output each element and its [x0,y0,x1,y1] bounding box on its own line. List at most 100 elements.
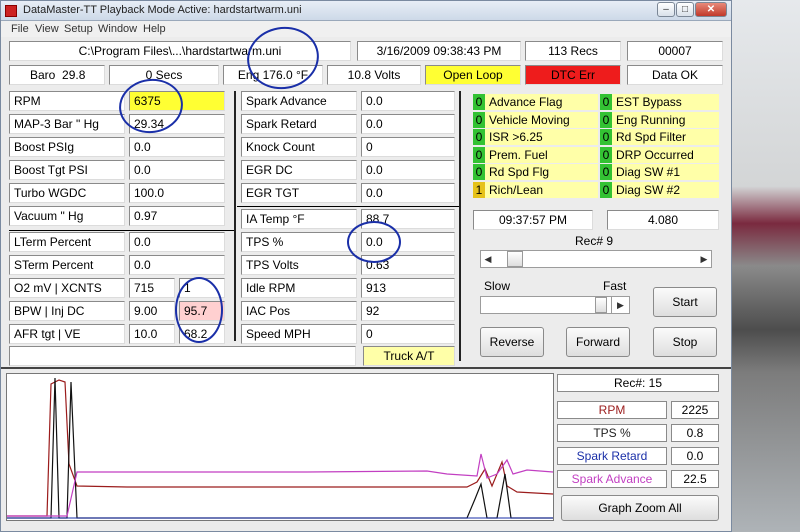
status-flag-label: Diag SW #2 [616,182,681,197]
status-flag: 0 ISR >6.25 [473,129,598,145]
scroll-right-icon[interactable]: ▶ [697,251,711,267]
status-flag: 0 Eng Running [600,111,719,128]
app-icon [5,5,17,17]
data-graph[interactable] [6,373,554,521]
close-icon[interactable]: ✕ [695,2,727,17]
parameter-value: 0.0 [361,114,455,134]
forward-button[interactable]: Forward [566,327,630,357]
status-flag-label: EST Bypass [616,95,682,109]
parameter-label: Idle RPM [241,278,357,298]
graph-plot [7,377,554,519]
graph-legend-value: 0.8 [671,424,719,442]
file-path: C:\Program Files\...\hardstartwarm.uni [9,41,351,61]
window-title: DataMaster-TT Playback Mode Active: hard… [23,4,302,16]
status-flag-label: Prem. Fuel [489,147,548,162]
parameter-value: 0.0 [361,91,455,111]
status-flag-label: Rd Spd Filter [616,130,687,144]
status-flag: 0 Diag SW #2 [600,181,719,198]
background-photo-strip [730,0,800,532]
parameter-label: Boost Tgt PSI [9,160,125,180]
menu-setup[interactable]: Setup [64,23,93,35]
status-flag-value: 0 [473,164,485,180]
graph-legend-label[interactable]: TPS % [557,424,667,442]
parameter-value: 0.0 [129,160,225,180]
speed-right-icon[interactable]: ▶ [611,297,629,313]
status-flag: 0 Rd Spd Filter [600,129,719,145]
status-flag-label: Vehicle Moving [489,112,570,127]
record-scroll-thumb[interactable] [507,251,523,267]
parameter-label: MAP-3 Bar " Hg [9,114,125,134]
record-scrollbar[interactable]: ◀ ▶ [480,250,712,268]
open-loop-indicator: Open Loop [425,65,521,85]
status-flag-label: DRP Occurred [616,147,694,162]
parameter-label: IA Temp °F [241,209,357,229]
parameter-value: 6375 [129,91,225,111]
stop-button[interactable]: Stop [653,327,717,357]
parameter-label: EGR TGT [241,183,357,203]
status-flag-value: 1 [473,181,485,198]
menu-view[interactable]: View [35,23,59,35]
menu-window[interactable]: Window [98,23,137,35]
status-entry[interactable] [9,346,356,366]
status-flag: 0 Diag SW #1 [600,164,719,180]
speed-slider[interactable]: ▶ [480,296,630,314]
menu-help[interactable]: Help [143,23,166,35]
graph-divider [1,367,731,369]
speed-slider-thumb[interactable] [595,297,607,313]
parameter-label: BPW | Inj DC [9,301,125,321]
truck-at-label: Truck A/T [363,346,455,366]
data-ok-indicator: Data OK [627,65,723,85]
parameter-label: RPM [9,91,125,111]
status-flag: 0 Rd Spd Flg [473,164,598,180]
parameter-label: Vacuum " Hg [9,206,125,226]
graph-legend-value: 2225 [671,401,719,419]
parameter-label: TPS % [241,232,357,252]
status-flag-value: 0 [600,146,612,163]
graph-legend-label[interactable]: RPM [557,401,667,419]
start-button[interactable]: Start [653,287,717,317]
graph-legend-label[interactable]: Spark Retard [557,447,667,465]
title-bar: DataMaster-TT Playback Mode Active: hard… [1,1,731,21]
tps-trace [7,377,553,519]
menu-bar: File View Setup Window Help [1,21,731,37]
maximize-icon[interactable]: □ [676,2,694,17]
parameter-value: 0 [361,137,455,157]
status-flag-value: 0 [600,111,612,128]
record-counter: 00007 [627,41,723,61]
status-flag-label: Advance Flag [489,95,563,109]
parameter-value: 0.0 [129,137,225,157]
battery-volts: 10.8 Volts [327,65,421,85]
parameter-value: 29.34 [129,114,225,134]
parameter-value: 913 [361,278,455,298]
parameter-label: IAC Pos [241,301,357,321]
baro-label: Baro [30,68,56,82]
minimize-icon[interactable]: – [657,2,675,17]
status-flag-label: ISR >6.25 [489,130,543,144]
status-flag-value: 0 [600,181,612,198]
scroll-left-icon[interactable]: ◀ [481,251,495,267]
parameter-label: Turbo WGDC [9,183,125,203]
parameter-value: 88.7 [361,209,455,229]
menu-file[interactable]: File [11,23,29,35]
graph-zoom-all-button[interactable]: Graph Zoom All [561,495,719,521]
parameter-value: 0.0 [129,255,225,275]
app-window: DataMaster-TT Playback Mode Active: hard… [0,0,732,532]
status-flag-value: 0 [600,94,612,110]
middle-group-divider [237,206,459,207]
baro-readout: Baro 29.8 [9,65,105,85]
parameter-value-secondary: 95.7 [179,301,225,321]
parameter-value: 0.63 [361,255,455,275]
status-flag-value: 0 [473,146,485,163]
parameter-value: 0 [361,324,455,344]
reverse-button[interactable]: Reverse [480,327,544,357]
status-flag: 1 Rich/Lean [473,181,598,198]
rpm-trace [7,379,554,517]
left-divider [234,91,236,341]
parameter-value: 100.0 [129,183,225,203]
graph-legend-label[interactable]: Spark Advance [557,470,667,488]
engine-temp: Eng 176.0 °F [223,65,323,85]
parameter-value-secondary: 1 [179,278,225,298]
file-datetime: 3/16/2009 09:38:43 PM [357,41,521,61]
middle-divider [459,91,461,361]
parameter-value: 92 [361,301,455,321]
